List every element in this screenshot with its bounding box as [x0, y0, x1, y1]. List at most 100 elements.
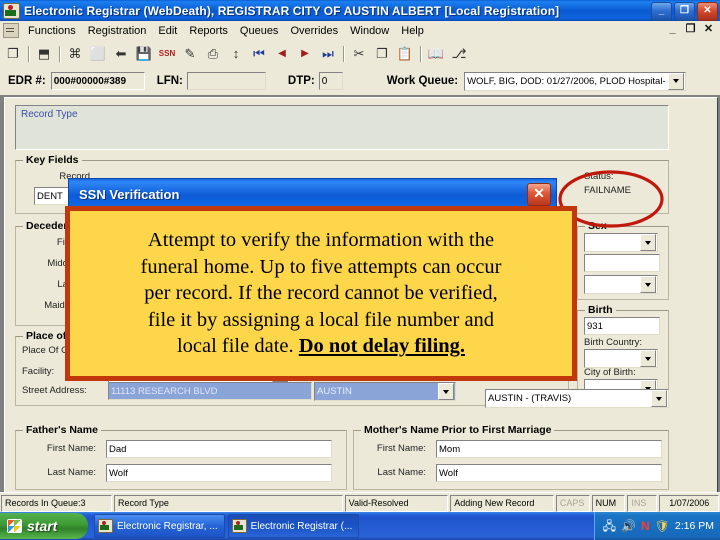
callout-line-1: Attempt to verify the information with t…: [147, 228, 495, 251]
city-value: AUSTIN: [317, 386, 352, 397]
book-help-icon[interactable]: 📖: [425, 43, 447, 65]
taskbar-item-0[interactable]: Electronic Registrar, ...: [94, 514, 225, 538]
next-record-icon[interactable]: ▶: [294, 43, 316, 65]
app-icon: [231, 519, 247, 533]
father-first-name-input[interactable]: Dad: [106, 440, 332, 458]
taskbar-clock: 2:16 PM: [674, 520, 714, 532]
toolbar-separator-4: [417, 43, 424, 65]
key-fields-caption: Key Fields: [23, 154, 82, 166]
city-combobox[interactable]: AUSTIN: [314, 382, 456, 401]
birth-group: Birth 931 Birth Country: City of Birth:: [577, 304, 669, 400]
father-last-name-label: Last Name:: [47, 467, 96, 478]
new-document-icon[interactable]: ⬜: [87, 43, 109, 65]
father-first-name-label: First Name:: [46, 443, 96, 454]
chevron-down-icon[interactable]: [438, 383, 454, 400]
shield-icon[interactable]: 🛡: [655, 520, 670, 532]
open-record-icon[interactable]: ⬅: [110, 43, 132, 65]
mother-last-name-input[interactable]: Wolf: [436, 464, 662, 482]
status-record-type: Record Type: [113, 494, 343, 512]
restore-button[interactable]: ❐: [674, 2, 695, 21]
mdi-close-button[interactable]: ✕: [701, 22, 716, 37]
cut-scissors-icon[interactable]: ✂: [348, 43, 370, 65]
window-titlebar: Electronic Registrar (WebDeath), REGISTR…: [0, 0, 720, 21]
volume-icon[interactable]: 🔊: [621, 520, 636, 532]
edr-number-field[interactable]: 000#00000#389: [50, 72, 145, 90]
taskbar-item-1[interactable]: Electronic Registrar (...: [227, 514, 360, 538]
window-controls: _ ❐ ✕: [651, 2, 718, 21]
print-icon[interactable]: ⎙: [202, 43, 224, 65]
find-binoculars-icon[interactable]: ⌘: [64, 43, 86, 65]
menu-item-overrides[interactable]: Overrides: [284, 23, 344, 39]
menu-item-registration[interactable]: Registration: [82, 23, 153, 39]
menu-item-window[interactable]: Window: [344, 23, 395, 39]
previous-record-icon[interactable]: ◀: [271, 43, 293, 65]
statusbar: Records In Queue:3 Record Type Valid-Res…: [0, 492, 720, 513]
taskbar-item-1-label: Electronic Registrar (...: [250, 520, 353, 532]
menu-item-reports[interactable]: Reports: [183, 23, 234, 39]
mother-first-name-input[interactable]: Mom: [436, 440, 662, 458]
app-icon: [3, 2, 20, 19]
mdi-restore-button[interactable]: ❐: [683, 22, 698, 37]
street-address-input[interactable]: 11113 RESEARCH BLVD: [108, 382, 312, 400]
mdi-minimize-button[interactable]: _: [665, 22, 680, 37]
network-icon[interactable]: 🖧: [603, 520, 616, 532]
mother-first-name-label: First Name:: [376, 443, 426, 454]
birth-country-combobox[interactable]: [584, 349, 658, 368]
first-record-icon[interactable]: ⏮: [248, 43, 270, 65]
save-icon[interactable]: 💾: [133, 43, 155, 65]
status-mode: Adding New Record: [450, 494, 554, 512]
status-validity: Valid-Resolved: [344, 494, 449, 512]
about-icon[interactable]: ⎇: [448, 43, 470, 65]
sex-combobox[interactable]: [584, 233, 658, 252]
status-num-indicator: NUM: [591, 494, 626, 512]
copy-icon[interactable]: ❐: [371, 43, 393, 65]
menu-item-queues[interactable]: Queues: [234, 23, 285, 39]
father-last-name-input[interactable]: Wolf: [106, 464, 332, 482]
edr-number-label: EDR #:: [8, 75, 46, 87]
paste-icon[interactable]: 📋: [394, 43, 416, 65]
start-button[interactable]: start: [0, 513, 88, 539]
work-queue-combobox[interactable]: WOLF, BIG, DOD: 01/27/2006, PLOD Hospita…: [464, 71, 687, 91]
close-button[interactable]: ✕: [697, 2, 718, 21]
exit-door-icon[interactable]: ⬒: [33, 43, 55, 65]
chevron-down-icon[interactable]: [640, 234, 656, 251]
record-type-panel: Record Type: [15, 105, 669, 150]
date-of-birth-input[interactable]: 931: [584, 317, 660, 335]
status-value: FAILNAME: [584, 185, 631, 196]
taskbar: start Electronic Registrar, ... Electron…: [0, 512, 720, 540]
toolbar-separator-1: [25, 43, 32, 65]
county-combobox[interactable]: AUSTIN - (TRAVIS): [485, 389, 669, 408]
desktop: Electronic Registrar (WebDeath), REGISTR…: [0, 0, 720, 540]
lfn-field[interactable]: [186, 72, 266, 90]
chevron-down-icon[interactable]: [668, 72, 685, 90]
system-tray: 🖧 🔊 N 🛡 2:16 PM: [593, 512, 720, 540]
birth-caption: Birth: [585, 304, 616, 316]
last-record-icon[interactable]: ⏭: [317, 43, 339, 65]
window-title: Electronic Registrar (WebDeath), REGISTR…: [24, 3, 560, 18]
cascade-windows-icon[interactable]: ❐: [2, 43, 24, 65]
sex-secondary-combobox[interactable]: [584, 275, 658, 294]
dtp-field[interactable]: 0: [318, 72, 343, 90]
dtp-label: DTP:: [287, 75, 315, 87]
menu-item-help[interactable]: Help: [395, 23, 430, 39]
refresh-icon[interactable]: ↕: [225, 43, 247, 65]
menu-item-edit[interactable]: Edit: [152, 23, 183, 39]
ssn-verify-icon[interactable]: SSN: [156, 43, 178, 65]
start-button-label: start: [27, 518, 58, 534]
chevron-down-icon[interactable]: [640, 276, 656, 293]
menu-item-functions[interactable]: Functions: [22, 23, 82, 39]
ssn-input[interactable]: [584, 254, 660, 272]
chevron-down-icon[interactable]: [651, 390, 667, 407]
sex-caption: Sex: [585, 220, 610, 232]
menubar: Functions Registration Edit Reports Queu…: [0, 21, 720, 41]
status-ins-indicator: INS: [627, 494, 658, 512]
chevron-down-icon[interactable]: [640, 350, 656, 367]
dialog-close-button[interactable]: ✕: [527, 183, 551, 206]
norton-icon[interactable]: N: [641, 520, 650, 532]
city-of-birth-label: City of Birth:: [584, 367, 636, 378]
fathers-name-caption: Father's Name: [23, 424, 101, 436]
status-date: 1/07/2006: [659, 494, 719, 512]
edit-pencil-icon[interactable]: ✎: [179, 43, 201, 65]
minimize-button[interactable]: _: [651, 2, 672, 21]
work-queue-value: WOLF, BIG, DOD: 01/27/2006, PLOD Hospita…: [467, 75, 669, 87]
